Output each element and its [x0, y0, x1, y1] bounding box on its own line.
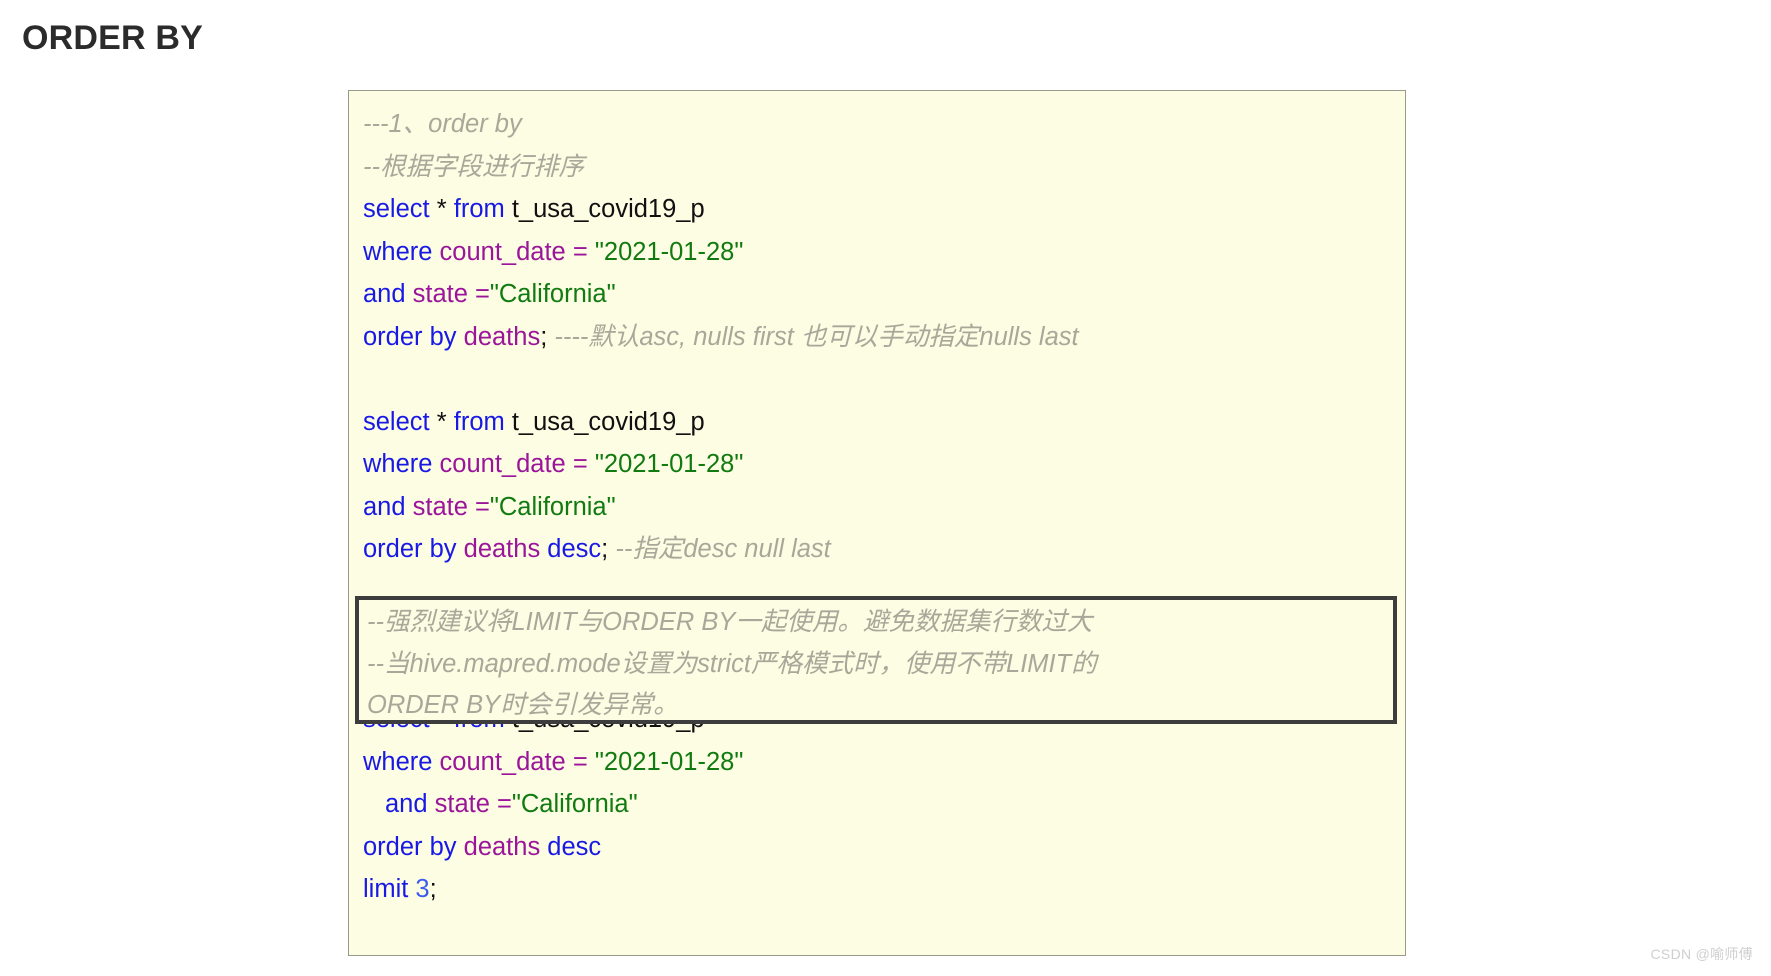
comment-strict-mode: --当hive.mapred.mode设置为strict严格模式时，使用不带LI… — [367, 649, 1097, 678]
keyword-and: and — [385, 790, 428, 818]
keyword-order-by: order by — [363, 832, 457, 861]
keyword-where: where — [363, 237, 433, 266]
warning-callout-box: --强烈建议将LIMIT与ORDER BY一起使用。避免数据集行数过大 --当h… — [355, 596, 1397, 724]
operator-equals: = — [572, 747, 588, 776]
star-glob: * — [436, 195, 447, 223]
code-line-where-2: where count_date = "2021-01-28" — [363, 443, 1405, 486]
column-deaths: deaths — [463, 535, 541, 563]
warning-line-1: --强烈建议将LIMIT与ORDER BY一起使用。避免数据集行数过大 — [367, 602, 1393, 644]
column-deaths: deaths — [463, 832, 541, 861]
semicolon: ; — [540, 322, 548, 351]
keyword-desc: desc — [547, 832, 602, 861]
code-line-and-2: and state ="California" — [363, 486, 1405, 529]
code-content: ---1、order by --根据字段进行排序 select * from t… — [363, 103, 1405, 911]
code-block-card: ---1、order by --根据字段进行排序 select * from t… — [348, 90, 1406, 956]
comment-order-by-desc: --根据字段进行排序 — [363, 152, 584, 181]
code-line-where-1: where count_date = "2021-01-28" — [363, 231, 1405, 274]
code-line-limit-3: limit 3; — [363, 868, 1405, 911]
operator-equals: = — [572, 237, 588, 266]
keyword-and: and — [363, 492, 406, 521]
string-state-value: "California" — [489, 492, 616, 521]
number-limit-value: 3 — [415, 875, 430, 903]
keyword-from: from — [453, 407, 505, 436]
page-title: ORDER BY — [22, 19, 204, 57]
code-line-orderby-1: order by deaths; ----默认asc, nulls first … — [363, 316, 1405, 359]
code-line-select-1: select * from t_usa_covid19_p — [363, 188, 1405, 231]
code-line-blank-1 — [363, 358, 1405, 401]
keyword-order-by: order by — [363, 322, 457, 351]
operator-equals-2: = — [474, 280, 490, 308]
table-name: t_usa_covid19_p — [511, 407, 705, 436]
operator-equals-2: = — [496, 790, 512, 818]
string-count-date-value: "2021-01-28" — [594, 747, 744, 776]
column-count-date: count_date — [439, 237, 566, 266]
operator-equals: = — [572, 450, 588, 478]
keyword-select: select — [363, 195, 430, 223]
keyword-and: and — [363, 280, 406, 308]
watermark: CSDN @喻师傅 — [1650, 946, 1753, 962]
code-line-comment-desc: --根据字段进行排序 — [363, 146, 1405, 189]
string-state-value: "California" — [489, 280, 616, 308]
keyword-order-by: order by — [363, 535, 457, 563]
code-line-orderby-2: order by deaths desc; --指定desc null last — [363, 528, 1405, 571]
semicolon: ; — [601, 535, 609, 563]
code-line-comment-title: ---1、order by — [363, 103, 1405, 146]
comment-exception-note: ORDER BY时会引发异常。 — [367, 691, 679, 719]
keyword-desc: desc — [547, 535, 602, 563]
table-name: t_usa_covid19_p — [511, 195, 705, 223]
column-state: state — [412, 280, 468, 308]
warning-line-3: ORDER BY时会引发异常。 — [367, 685, 1393, 727]
operator-equals-2: = — [474, 492, 490, 521]
semicolon: ; — [429, 875, 437, 903]
keyword-where: where — [363, 450, 433, 478]
column-deaths: deaths — [463, 322, 541, 351]
warning-line-2: --当hive.mapred.mode设置为strict严格模式时，使用不带LI… — [367, 644, 1393, 686]
string-count-date-value: "2021-01-28" — [594, 237, 744, 266]
string-count-date-value: "2021-01-28" — [594, 450, 744, 478]
keyword-select: select — [363, 407, 430, 436]
code-line-where-3: where count_date = "2021-01-28" — [363, 741, 1405, 784]
code-line-and-1: and state ="California" — [363, 273, 1405, 316]
comment-order-by-title: ---1、order by — [363, 110, 522, 138]
keyword-limit: limit — [363, 875, 409, 903]
keyword-from: from — [453, 195, 505, 223]
comment-limit-recommendation: --强烈建议将LIMIT与ORDER BY一起使用。避免数据集行数过大 — [367, 608, 1093, 636]
star-glob: * — [436, 407, 447, 436]
comment-default-asc: ----默认asc, nulls first 也可以手动指定nulls last — [554, 322, 1079, 351]
code-line-orderby-3: order by deaths desc — [363, 826, 1405, 869]
column-count-date: count_date — [439, 450, 566, 478]
keyword-where: where — [363, 747, 433, 776]
column-count-date: count_date — [439, 747, 566, 776]
string-state-value: "California" — [511, 790, 638, 818]
code-line-and-3: and state ="California" — [363, 783, 1405, 826]
comment-desc-null-last: --指定desc null last — [615, 535, 831, 563]
column-state: state — [434, 790, 490, 818]
column-state: state — [412, 492, 468, 521]
code-line-select-2: select * from t_usa_covid19_p — [363, 401, 1405, 444]
